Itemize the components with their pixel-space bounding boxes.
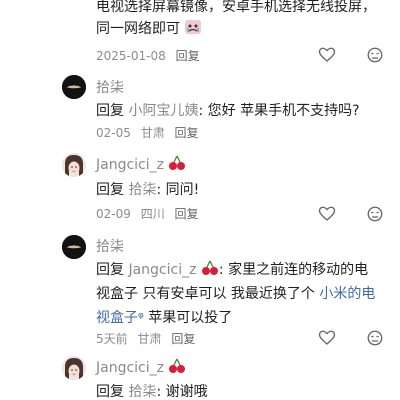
crying-emoji-icon	[185, 20, 202, 34]
comment-meta: 02-05 甘肃 回复	[96, 124, 199, 141]
avatar[interactable]	[62, 235, 86, 259]
avatar-image	[62, 153, 86, 177]
comment-text-line: 回复 Jangcici_z : 家里之前连的移动的电	[96, 258, 392, 282]
comment-meta: 5天前 甘肃 回复	[96, 330, 195, 347]
reply-to-user[interactable]: Jangcici_z	[128, 260, 218, 278]
reply-prefix: 回复	[96, 384, 124, 400]
avatar-image	[62, 356, 86, 380]
reply-prefix: 回复	[96, 262, 124, 278]
reply-to-user[interactable]: 小阿宝儿姨	[128, 103, 198, 119]
cherry-emoji-icon	[169, 358, 186, 373]
dislike-icon[interactable]	[366, 329, 384, 347]
reply-button[interactable]: 回复	[175, 207, 199, 221]
username[interactable]: Jangcici_z	[96, 155, 186, 173]
comment-region: 甘肃	[137, 332, 162, 346]
comment-text: : 同问!	[156, 182, 200, 198]
avatar[interactable]	[62, 356, 86, 380]
comment-text-line: 视盒子 只有安卓可以 我最近换了个 小米的电	[96, 282, 392, 306]
reply-to-user[interactable]: 拾柒	[128, 182, 156, 198]
username[interactable]: 拾柒	[96, 77, 124, 97]
dislike-icon[interactable]	[366, 46, 384, 64]
avatar-image	[62, 235, 86, 259]
username[interactable]: Jangcici_z	[96, 358, 186, 376]
heart-outline-icon[interactable]	[318, 329, 336, 347]
comment-date: 2025-01-08	[96, 49, 166, 63]
comment-date: 5天前	[96, 332, 128, 346]
comment-text: : 您好 苹果手机不支持吗?	[198, 103, 360, 119]
comment-text: : 谢谢哦	[156, 384, 208, 400]
reply-to-user[interactable]: 拾柒	[128, 384, 156, 400]
avatar[interactable]	[62, 75, 86, 99]
comment-body: 回复 拾柒: 同问!	[96, 179, 392, 201]
reply-prefix: 回复	[96, 103, 124, 119]
comment-body: 回复 拾柒: 谢谢哦	[96, 381, 392, 400]
comment-meta: 02-09 四川 回复	[96, 205, 199, 222]
reply-button[interactable]: 回复	[175, 126, 199, 140]
comment-meta: 2025-01-08 回复	[96, 47, 200, 64]
avatar-image	[62, 75, 86, 99]
comment-text-line: 电视选择屏幕镜像，安卓手机选择无线投屏，	[96, 0, 376, 15]
heart-outline-icon[interactable]	[318, 205, 336, 223]
username[interactable]: 拾柒	[96, 236, 124, 256]
comment-text-line: 同一网络即可	[96, 18, 392, 40]
dislike-icon[interactable]	[366, 205, 384, 223]
comment-text: 视盒子 只有安卓可以 我最近换了个	[96, 286, 315, 302]
heart-outline-icon[interactable]	[318, 46, 336, 64]
comment-text-line: 视盒子ᵠ 苹果可以投了	[96, 306, 392, 330]
cherry-emoji-icon	[169, 155, 186, 170]
comment-region: 甘肃	[140, 126, 165, 140]
comment-text: 苹果可以投了	[143, 310, 233, 326]
comment-body: 回复 小阿宝儿姨: 您好 苹果手机不支持吗?	[96, 100, 392, 122]
product-link[interactable]: 小米的电	[319, 286, 375, 302]
reply-prefix: 回复	[96, 182, 124, 198]
comment-date: 02-05	[96, 126, 131, 140]
comment-date: 02-09	[96, 207, 131, 221]
reply-button[interactable]: 回复	[171, 332, 195, 346]
comment-body: 回复 Jangcici_z : 家里之前连的移动的电 视盒子 只有安卓可以 我最…	[96, 258, 392, 330]
comment-region: 四川	[140, 207, 165, 221]
cherry-emoji-icon	[201, 260, 218, 275]
comment-thread: 电视选择屏幕镜像，安卓手机选择无线投屏， 同一网络即可 2025-01-08 回…	[0, 0, 400, 400]
avatar[interactable]	[62, 153, 86, 177]
comment-text: : 家里之前连的移动的电	[218, 262, 369, 278]
reply-button[interactable]: 回复	[176, 49, 200, 63]
product-link[interactable]: 视盒子	[96, 310, 138, 326]
comment-body: 电视选择屏幕镜像，安卓手机选择无线投屏， 同一网络即可	[96, 0, 392, 40]
